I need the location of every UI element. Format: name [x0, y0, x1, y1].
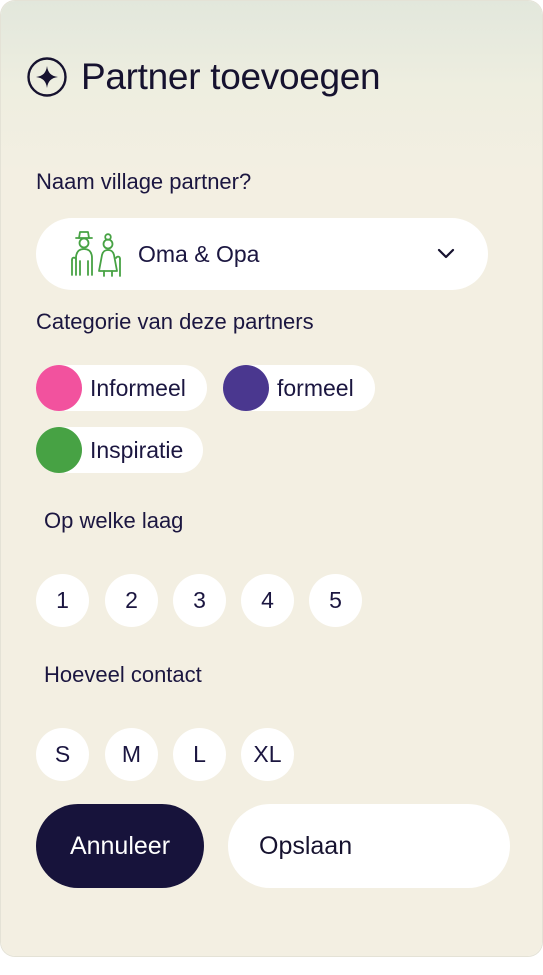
- layer-option-1[interactable]: 1: [36, 574, 89, 627]
- sparkle-icon: [27, 57, 67, 97]
- category-chip-label: Informeel: [90, 374, 186, 401]
- category-chip-formeel[interactable]: formeel: [223, 365, 375, 411]
- layer-label: Op welke laag: [44, 508, 184, 533]
- header: Partner toevoegen: [27, 55, 381, 99]
- page-title: Partner toevoegen: [81, 56, 381, 97]
- contact-option-l[interactable]: L: [173, 728, 226, 781]
- contact-label: Hoeveel contact: [44, 662, 202, 687]
- category-color-dot: [36, 427, 82, 473]
- category-color-dot: [223, 365, 269, 411]
- layer-option-4[interactable]: 4: [241, 574, 294, 627]
- partner-name-select[interactable]: Oma & Opa: [36, 218, 488, 290]
- category-chip-label: Inspiratie: [90, 436, 184, 463]
- add-partner-panel: Partner toevoegen Naam village partner?: [1, 1, 542, 956]
- category-label: Categorie van deze partners: [36, 309, 314, 334]
- grandparents-icon: [68, 231, 124, 277]
- category-chip-label: formeel: [277, 374, 354, 401]
- layer-option-2[interactable]: 2: [105, 574, 158, 627]
- layer-option-3[interactable]: 3: [173, 574, 226, 627]
- category-chip-inspiratie[interactable]: Inspiratie: [36, 427, 203, 473]
- category-color-dot: [36, 365, 82, 411]
- layer-option-5[interactable]: 5: [309, 574, 362, 627]
- contact-option-m[interactable]: M: [105, 728, 158, 781]
- save-button[interactable]: Opslaan: [228, 804, 510, 888]
- cancel-button[interactable]: Annuleer: [36, 804, 204, 888]
- chevron-down-icon[interactable]: [436, 244, 456, 264]
- contact-option-s[interactable]: S: [36, 728, 89, 781]
- contact-option-xl[interactable]: XL: [241, 728, 294, 781]
- partner-name-label: Naam village partner?: [36, 169, 252, 194]
- select-value: Oma & Opa: [138, 240, 260, 267]
- category-chip-informeel[interactable]: Informeel: [36, 365, 207, 411]
